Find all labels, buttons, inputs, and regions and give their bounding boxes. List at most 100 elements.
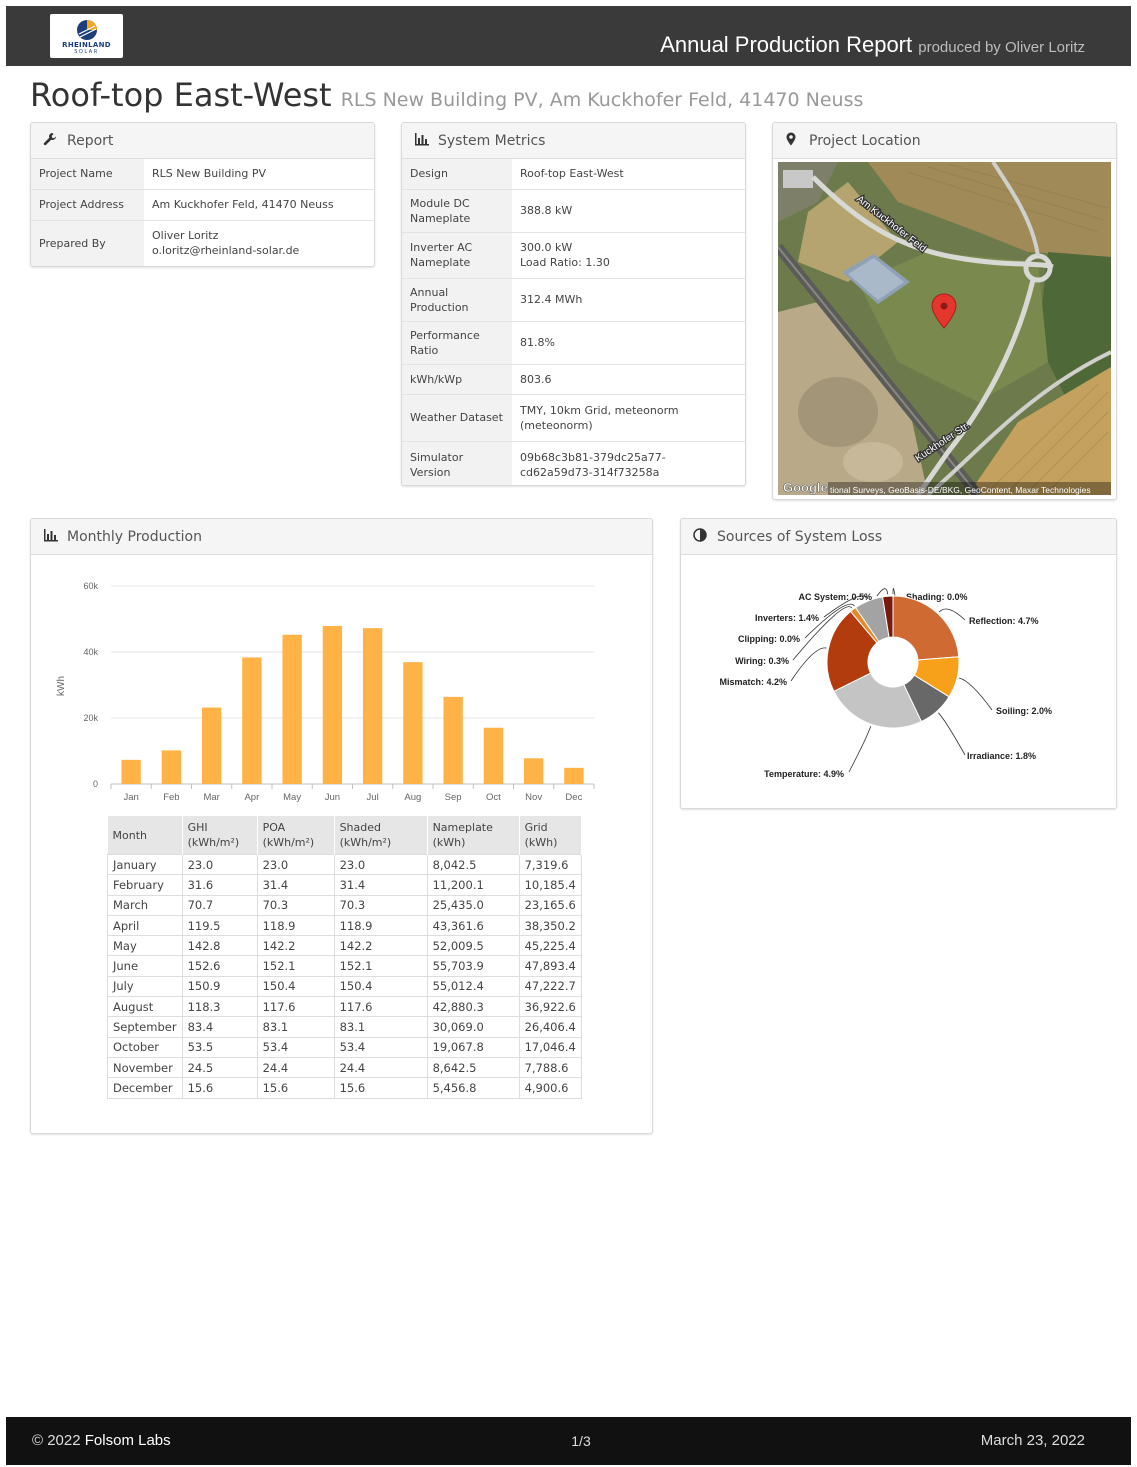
cell-poa: 70.3 [256, 894, 335, 916]
cell-nameplate: 19,067.8 [426, 1036, 520, 1058]
row-value: Oliver Loritz o.loritz@rheinland-solar.d… [144, 219, 374, 266]
table-row: September 83.4 83.1 83.1 30,069.0 26,406.4 [107, 1016, 582, 1038]
monthly-production-panel: Monthly Production 0 20k 40k 60k kWh Jan Feb Ma… [30, 518, 653, 1134]
row-key: Design [402, 159, 512, 189]
leader-line [790, 647, 827, 682]
inverter-ac-value: 300.0 kW [520, 241, 573, 254]
monthly-panel-header: Monthly Production [31, 519, 652, 555]
cell-shaded: 150.4 [333, 975, 428, 998]
row-value: 81.8% [512, 320, 745, 364]
cell-month: October [107, 1036, 183, 1058]
table-row: Simulator Version 09b68c3b81-379dc25a77-c… [402, 440, 745, 485]
bar [403, 662, 423, 784]
table-row: January 23.0 23.0 23.0 8,042.5 7,319.6 [107, 853, 582, 876]
row-value: 312.4 MWh [512, 277, 745, 321]
project-address: RLS New Building PV, Am Kuckhofer Feld, … [340, 89, 864, 111]
leader-line [938, 712, 966, 756]
cell-grid: 23,165.6 [518, 894, 582, 916]
google-logo: Google [783, 480, 828, 495]
table-row: Inverter AC Nameplate 300.0 kW Load Ratio:… [402, 231, 745, 278]
cell-grid: 38,350.2 [518, 914, 582, 937]
monthly-panel-title: Monthly Production [67, 528, 202, 545]
row-value: 300.0 kW Load Ratio: 1.30 [512, 231, 745, 278]
pie-chart-icon [693, 527, 713, 546]
cell-poa: 150.4 [256, 975, 335, 998]
cell-shaded: 118.9 [333, 914, 428, 937]
cell-nameplate: 52,009.5 [426, 935, 520, 957]
cell-grid: 47,222.7 [518, 975, 582, 998]
report-panel: Report Project Name RLS New Building PV … [30, 122, 375, 267]
cell-poa: 24.4 [256, 1056, 335, 1079]
cell-grid: 7,319.6 [518, 853, 582, 876]
row-value: 09b68c3b81-379dc25a77-cd62a59d73-314f732… [512, 440, 745, 485]
x-tick-label: Dec [565, 792, 582, 803]
cell-nameplate: 55,703.9 [426, 955, 520, 977]
cell-month: September [107, 1016, 183, 1038]
table-row: May 142.8 142.2 142.2 52,009.5 45,225.4 [107, 935, 582, 957]
cell-ghi: 150.9 [181, 975, 258, 998]
col-header-ghi: GHI (kWh/m²) [182, 816, 258, 855]
col-header-unit: (kWh/m²) [187, 836, 240, 849]
col-header-month: Month [107, 816, 183, 855]
table-header-row: Month GHI (kWh/m²) POA (kWh/m²) Shaded (kWh… [107, 816, 582, 855]
col-header-poa: POA (kWh/m²) [257, 816, 335, 855]
cell-shaded: 15.6 [333, 1077, 428, 1099]
monthly-table-body: January 23.0 23.0 23.0 8,042.5 7,319.6 Februar… [107, 853, 582, 1099]
report-date: March 23, 2022 [980, 1432, 1085, 1449]
slice-label: Soiling: 2.0% [996, 706, 1052, 716]
cell-poa: 117.6 [256, 996, 335, 1018]
preparer-email: o.loritz@rheinland-solar.de [152, 244, 300, 258]
cell-shaded: 83.1 [333, 1016, 428, 1038]
cell-nameplate: 11,200.1 [426, 874, 520, 896]
cell-grid: 36,922.6 [518, 996, 582, 1018]
row-value: Am Kuckhofer Feld, 41470 Neuss [144, 188, 374, 220]
load-ratio-value: Load Ratio: 1.30 [520, 256, 610, 269]
bar [242, 657, 262, 784]
table-row: October 53.5 53.4 53.4 19,067.8 17,046.4 [107, 1036, 582, 1058]
table-row: December 15.6 15.6 15.6 5,456.8 4,900.6 [107, 1077, 582, 1099]
table-row: Weather Dataset TMY, 10km Grid, meteonorm… [402, 393, 745, 441]
table-row: Project Name RLS New Building PV [31, 159, 374, 189]
slice-label: Inverters: 1.4% [755, 613, 819, 623]
cell-ghi: 83.4 [181, 1016, 258, 1038]
pie-slice [892, 595, 960, 661]
logo-text-line1: RHEINLAND [62, 41, 111, 49]
cell-nameplate: 8,642.5 [426, 1056, 520, 1079]
col-header-label: GHI [187, 821, 208, 834]
map-attribution: tional Surveys, GeoBasis-DE/BKG, GeoCont… [830, 485, 1091, 495]
table-row: Module DC Nameplate 388.8 kW [402, 188, 745, 232]
wrench-icon [43, 132, 63, 150]
row-key: Annual Production [402, 277, 512, 321]
location-panel-header: Project Location [773, 123, 1116, 159]
table-row: July 150.9 150.4 150.4 55,012.4 47,222.7 [107, 975, 582, 998]
satellite-map[interactable]: Am Kuckhofer Feld Kuckhofer Str. Google … [778, 162, 1111, 495]
table-row: Design Roof-top East-West [402, 159, 745, 189]
col-header-unit: (kWh) [524, 836, 558, 849]
cell-month: June [107, 955, 183, 977]
x-tick-label: Feb [163, 792, 179, 803]
col-header-shaded: Shaded (kWh/m²) [334, 816, 428, 855]
col-header-unit: (kWh/m²) [262, 836, 315, 849]
table-row: Annual Production 312.4 MWh [402, 277, 745, 321]
report-title: Annual Production Report produced by Oli… [660, 32, 1085, 58]
slice-label: AC System: 0.5% [798, 592, 872, 602]
table-row: Project Address Am Kuckhofer Feld, 41470… [31, 188, 374, 220]
x-tick-label: May [283, 792, 301, 803]
col-header-grid: Grid (kWh) [519, 816, 582, 855]
row-key: Performance Ratio [402, 320, 512, 364]
cell-ghi: 31.6 [181, 874, 258, 896]
table-row: March 70.7 70.3 70.3 25,435.0 23,165.6 [107, 894, 582, 916]
slice-label: Wiring: 0.3% [735, 656, 789, 666]
cell-grid: 45,225.4 [518, 935, 582, 957]
cell-grid: 17,046.4 [518, 1036, 582, 1058]
cell-month: July [107, 975, 183, 998]
cell-poa: 23.0 [256, 853, 335, 876]
table-row: August 118.3 117.6 117.6 42,880.3 36,922.6 [107, 996, 582, 1018]
table-row: Performance Ratio 81.8% [402, 320, 745, 364]
cell-month: December [107, 1077, 183, 1099]
cell-poa: 118.9 [256, 914, 335, 937]
system-loss-panel: Sources of System Loss Shading: 0.0% Refl… [680, 518, 1117, 809]
report-title-text: Annual Production Report [660, 32, 913, 57]
monthly-production-chart: 0 20k 40k 60k kWh Jan Feb Mar Apr May Jun Jul Aug Sep… [56, 581, 595, 803]
design-name: Roof-top East-West [30, 76, 332, 114]
